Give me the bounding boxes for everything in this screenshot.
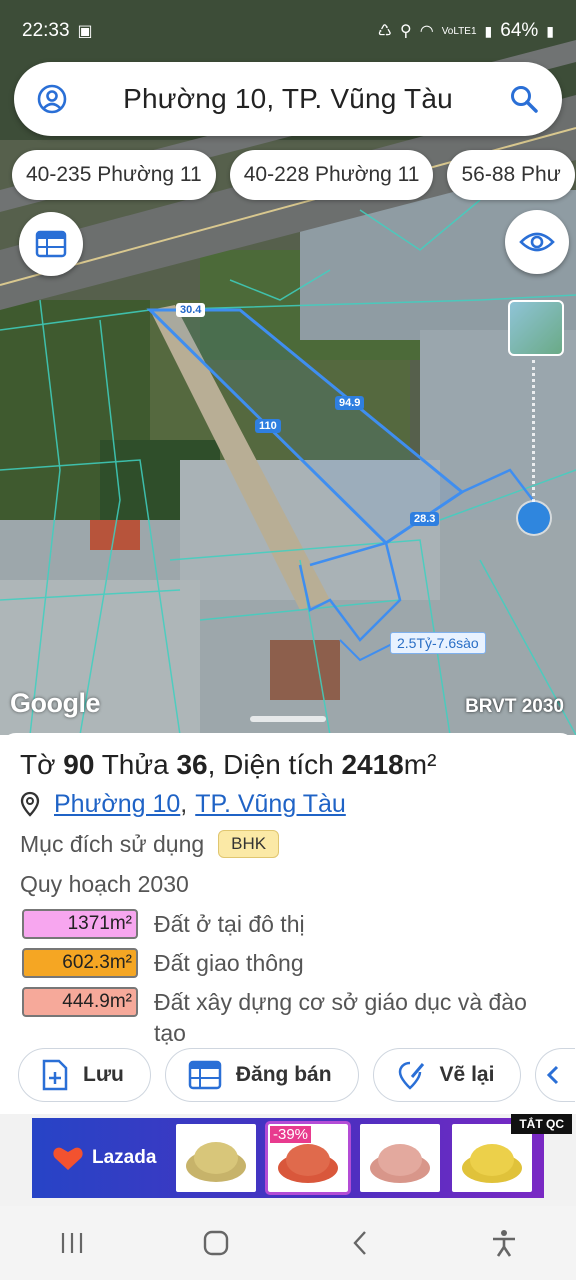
land-use-row: Mục đích sử dụng BHK <box>20 829 556 859</box>
view-toggle-button[interactable] <box>505 210 569 274</box>
location-icon: ⚲ <box>400 23 412 40</box>
plan-item: 602.3m² Đất giao thông <box>20 948 556 979</box>
layer-thumbnail[interactable] <box>508 300 564 356</box>
lazada-heart-icon <box>53 1147 83 1170</box>
sheet-number: 90 <box>63 749 95 780</box>
area-value: 2418 <box>341 749 404 780</box>
network-type: VoLTE1 <box>441 25 477 37</box>
plan-item: 1371m² Đất ở tại đô thị <box>20 909 556 940</box>
signal-icon: ▮ <box>484 22 493 39</box>
sheet-drag-handle[interactable] <box>250 716 326 722</box>
wifi-icon: ◠ <box>419 23 434 40</box>
eye-icon <box>519 232 555 252</box>
recents-icon <box>61 1233 83 1253</box>
sheet-label: Tờ <box>20 749 56 780</box>
recent-apps-button[interactable] <box>42 1213 102 1273</box>
back-button[interactable] <box>330 1213 390 1273</box>
notification-icon: ▣ <box>77 23 93 40</box>
ad-brand: Lazada <box>92 1147 157 1168</box>
clock: 22:33 <box>22 20 70 41</box>
battery-level: 64% <box>500 20 539 41</box>
more-actions-button[interactable] <box>535 1048 576 1102</box>
planning-table-button[interactable] <box>19 212 83 276</box>
sim-icon: ♺ <box>377 23 392 40</box>
listing-price-tag[interactable]: 2.5Tỷ-7.6sào <box>390 632 486 654</box>
edge-length-label: 28.3 <box>410 512 440 526</box>
ward-link[interactable]: Phường 10 <box>54 790 180 819</box>
draw-location-icon <box>398 1061 424 1090</box>
chip-nearby-plot[interactable]: 40-228 Phường 11 <box>229 150 434 200</box>
land-use-label: Mục đích sử dụng <box>20 830 205 857</box>
system-nav-bar <box>0 1206 576 1280</box>
location-title: Phường 10, TP. Vũng Tàu <box>123 83 453 114</box>
plot-info-sheet: Tờ 90 Thửa 36, Diện tích 2418m² Phường 1… <box>0 733 576 1117</box>
edge-length-label: 94.9 <box>335 396 365 410</box>
product-image <box>452 1124 532 1192</box>
opacity-slider-track[interactable] <box>532 360 536 520</box>
plot-title: Tờ 90 Thửa 36, Diện tích 2418m² <box>20 747 556 783</box>
battery-icon: ▮ <box>546 22 554 39</box>
land-use-code-badge: BHK <box>218 830 280 858</box>
plan-item: 444.9m² Đất xây dựng cơ sở giáo dục và đ… <box>20 987 556 1049</box>
account-icon[interactable] <box>34 81 70 117</box>
chevron-left-icon <box>547 1065 559 1085</box>
plot-label: Thửa <box>101 749 169 780</box>
redraw-button[interactable]: Vẽ lại <box>372 1048 522 1102</box>
google-logo: Google <box>10 688 101 718</box>
area-unit: m² <box>403 749 437 780</box>
plot-number: 36 <box>176 749 208 780</box>
location-pin-icon <box>20 791 40 817</box>
home-button[interactable] <box>186 1213 246 1273</box>
search-bar[interactable]: Phường 10, TP. Vũng Tàu <box>14 62 562 136</box>
planning-label: Quy hoạch 2030 <box>20 870 189 897</box>
post-for-sale-button[interactable]: Đăng bán <box>164 1048 359 1102</box>
chip-nearby-plot[interactable]: 56-88 Phư <box>447 150 575 200</box>
add-file-icon <box>42 1059 68 1091</box>
accessibility-icon <box>493 1230 515 1257</box>
save-button[interactable]: Lưu <box>18 1048 151 1102</box>
planning-layer-code: BRVT 2030 <box>465 696 564 717</box>
plot-address: Phường 10, TP. Vũng Tàu <box>20 787 556 821</box>
chip-nearby-plot[interactable]: 40-235 Phường 11 <box>12 150 216 200</box>
discount-badge: -39% <box>270 1126 312 1143</box>
planning-row: Quy hoạch 2030 <box>20 869 556 899</box>
city-link[interactable]: TP. Vũng Tàu <box>195 790 346 819</box>
plan-area-label: Đất xây dựng cơ sở giáo dục và đào tạo <box>154 989 527 1046</box>
product-image: -39% <box>265 1121 351 1195</box>
plan-area-label: Đất ở tại đô thị <box>154 911 305 937</box>
lazada-logo: Lazada <box>52 1145 176 1171</box>
ad-creative[interactable]: Lazada -39% <box>32 1118 544 1198</box>
edge-length-label: 30.4 <box>176 303 206 317</box>
ad-banner[interactable]: Lazada -39% TẮT QC <box>0 1114 576 1206</box>
back-icon <box>353 1231 366 1255</box>
save-label: Lưu <box>83 1063 124 1086</box>
product-image <box>360 1124 440 1192</box>
plan-area-box: 602.3m² <box>22 948 138 978</box>
plan-area-label: Đất giao thông <box>154 950 304 976</box>
plan-area-box: 444.9m² <box>22 987 138 1017</box>
table-icon <box>35 230 67 258</box>
home-icon <box>203 1230 229 1256</box>
action-bar: Lưu Đăng bán Vẽ lại <box>18 1048 576 1102</box>
table-icon <box>188 1060 222 1090</box>
nearby-plots-chips: 40-235 Phường 11 40-228 Phường 11 56-88 … <box>12 150 575 200</box>
redraw-label: Vẽ lại <box>439 1063 495 1086</box>
opacity-slider-knob[interactable] <box>518 502 550 534</box>
status-bar: 22:33 ▣ ♺ ⚲ ◠ VoLTE1 ▮ 64% ▮ <box>0 0 576 62</box>
map-view[interactable]: 30.4 94.9 110 28.3 2.5Tỷ-7.6sào 22:33 ▣ … <box>0 0 576 735</box>
product-image <box>176 1124 256 1192</box>
post-for-sale-label: Đăng bán <box>235 1063 332 1086</box>
area-label: , Diện tích <box>207 749 334 780</box>
close-ad-button[interactable]: TẮT QC <box>511 1114 572 1134</box>
accessibility-button[interactable] <box>474 1213 534 1273</box>
edge-length-label: 110 <box>255 419 281 433</box>
search-icon[interactable] <box>506 81 542 117</box>
plan-area-box: 1371m² <box>22 909 138 939</box>
